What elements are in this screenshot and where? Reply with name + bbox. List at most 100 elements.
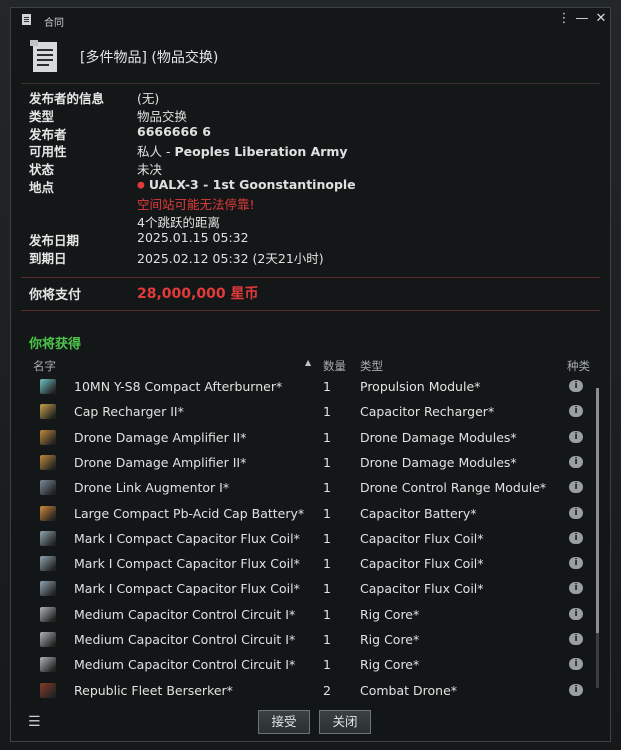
show-info-icon[interactable]: i [569, 607, 583, 620]
status-value: 未决 [137, 162, 163, 177]
item-name: Mark I Compact Capacitor Flux Coil* [74, 581, 300, 597]
item-name: Medium Capacitor Control Circuit I* [74, 632, 296, 647]
expires-label: 到期日 [29, 251, 67, 266]
item-type: Drone Damage Modules* [360, 454, 517, 470]
table-row[interactable]: Mark I Compact Capacitor Flux Coil* 1 Capa… [29, 551, 589, 576]
item-name: 10MN Y-S8 Compact Afterburner* [74, 379, 283, 394]
table-row[interactable]: Republic Fleet Berserker* 2 Combat Drone* i [29, 678, 589, 703]
location-label: 地点 [29, 180, 55, 195]
item-type: Capacitor Flux Coil* [360, 556, 484, 572]
show-info-icon[interactable]: i [569, 405, 583, 418]
item-quantity: 1 [323, 505, 331, 521]
item-quantity: 1 [323, 404, 331, 420]
item-type: Capacitor Flux Coil* [360, 530, 484, 546]
show-info-icon[interactable]: i [569, 658, 583, 671]
show-info-icon[interactable]: i [569, 380, 583, 392]
item-quantity: 1 [323, 556, 331, 572]
item-name: Medium Capacitor Control Circuit I* [74, 606, 296, 622]
show-info-icon[interactable]: i [569, 455, 583, 468]
item-type: Rig Core* [360, 657, 420, 673]
item-name: Drone Damage Amplifier II* [74, 429, 247, 445]
item-quantity: 2 [323, 682, 331, 698]
divider [21, 277, 600, 278]
column-header-name[interactable]: 名字 [33, 358, 56, 374]
column-header-qty[interactable]: 数量 [323, 358, 346, 374]
flux-coil-icon [40, 556, 56, 572]
table-row[interactable]: Drone Damage Amplifier II* 1 Drone Damage … [29, 425, 589, 450]
table-row[interactable]: Medium Capacitor Control Circuit I* 1 Rig … [29, 652, 589, 677]
table-row[interactable]: Mark I Compact Capacitor Flux Coil* 1 Capa… [29, 526, 589, 551]
item-name: Mark I Compact Capacitor Flux Coil* [74, 556, 300, 572]
table-header: 名字 ▲ 数量 类型 种类 [29, 357, 596, 373]
security-dot-icon: ● [137, 180, 145, 191]
rig-icon [40, 657, 56, 673]
issued-label: 发布日期 [29, 233, 80, 248]
availability-value: 私人 - Peoples Liberation Army [137, 141, 348, 160]
close-icon[interactable]: ✕ [593, 11, 609, 26]
item-quantity: 1 [323, 480, 331, 496]
title-bar[interactable]: 合同 ⋮ — ✕ [11, 8, 610, 32]
availability-prefix: 私人 - [137, 144, 175, 159]
table-row[interactable]: Medium Capacitor Control Circuit I* 1 Rig … [29, 602, 589, 627]
item-quantity: 1 [323, 379, 331, 394]
table-row[interactable]: Mark I Compact Capacitor Flux Coil* 1 Capa… [29, 576, 589, 601]
item-type: Capacitor Recharger* [360, 404, 495, 420]
table-row[interactable]: 10MN Y-S8 Compact Afterburner* 1 Propulsio… [29, 374, 589, 399]
rig-icon [40, 632, 56, 647]
item-type: Capacitor Battery* [360, 505, 477, 521]
location-name[interactable]: UALX-3 - 1st Goonstantinople [149, 177, 356, 192]
type-value: 物品交换 [137, 109, 188, 124]
availability-label: 可用性 [29, 144, 67, 159]
item-type: Combat Drone* [360, 682, 458, 698]
more-options-icon[interactable]: ⋮ [556, 11, 572, 26]
table-row[interactable]: Cap Recharger II* 1 Capacitor Recharger* i [29, 399, 589, 424]
contract-title: [多件物品] (物品交换) [80, 50, 219, 66]
sort-ascending-icon[interactable]: ▲ [305, 358, 311, 367]
show-info-icon[interactable]: i [569, 531, 583, 544]
item-quantity: 1 [323, 530, 331, 546]
item-name: Medium Capacitor Control Circuit I* [74, 657, 296, 673]
item-quantity: 1 [323, 581, 331, 597]
item-name: Cap Recharger II* [74, 404, 184, 420]
item-type: Propulsion Module* [360, 379, 481, 394]
type-label: 类型 [29, 109, 55, 124]
show-info-icon[interactable]: i [569, 582, 583, 595]
window-title: 合同 [44, 18, 64, 29]
item-type: Drone Control Range Module* [360, 480, 547, 496]
item-quantity: 1 [323, 632, 331, 647]
column-header-category[interactable]: 种类 [567, 358, 590, 374]
table-row[interactable]: Medium Capacitor Control Circuit I* 1 Rig … [29, 627, 589, 652]
flux-coil-icon [40, 581, 56, 597]
show-info-icon[interactable]: i [569, 633, 583, 645]
issuer-value[interactable]: 6666666 6 [137, 124, 211, 139]
show-info-icon[interactable]: i [569, 683, 583, 696]
minimize-icon[interactable]: — [574, 11, 590, 26]
contract-icon [30, 40, 57, 72]
show-info-icon[interactable]: i [569, 430, 583, 443]
issuer-info-label: 发布者的信息 [29, 91, 105, 106]
hamburger-menu-icon[interactable]: ☰ [28, 714, 41, 730]
issuer-info-value: (无) [137, 91, 160, 106]
close-button[interactable]: 关闭 [319, 710, 371, 734]
availability-corp[interactable]: Peoples Liberation Army [174, 144, 347, 159]
column-header-type[interactable]: 类型 [360, 358, 383, 374]
location-value[interactable]: ● UALX-3 - 1st Goonstantinople [137, 177, 356, 192]
drone-damage-amplifier-icon [40, 454, 56, 470]
jump-distance: 4个跳跃的距离 [137, 215, 220, 230]
item-name: Republic Fleet Berserker* [74, 682, 233, 698]
show-info-icon[interactable]: i [569, 481, 583, 494]
scrollbar-thumb[interactable] [596, 388, 599, 633]
item-type: Drone Damage Modules* [360, 429, 517, 445]
payment-label: 你将支付 [29, 288, 82, 303]
show-info-icon[interactable]: i [569, 557, 583, 570]
item-name: Drone Link Augmentor I* [74, 480, 230, 496]
table-row[interactable]: Drone Damage Amplifier II* 1 Drone Damage … [29, 450, 589, 475]
table-row[interactable]: Large Compact Pb-Acid Cap Battery* 1 Capac… [29, 501, 589, 526]
table-row[interactable]: Drone Link Augmentor I* 1 Drone Control Ra… [29, 475, 589, 500]
cap-battery-icon [40, 505, 56, 521]
show-info-icon[interactable]: i [569, 506, 583, 519]
contract-window: 合同 ⋮ — ✕ [多件物品] (物品交换) 发布者的信息 (无) 类型 物品交… [10, 7, 611, 742]
contract-scroll-icon [22, 14, 31, 25]
accept-button[interactable]: 接受 [258, 710, 310, 734]
item-quantity: 1 [323, 429, 331, 445]
